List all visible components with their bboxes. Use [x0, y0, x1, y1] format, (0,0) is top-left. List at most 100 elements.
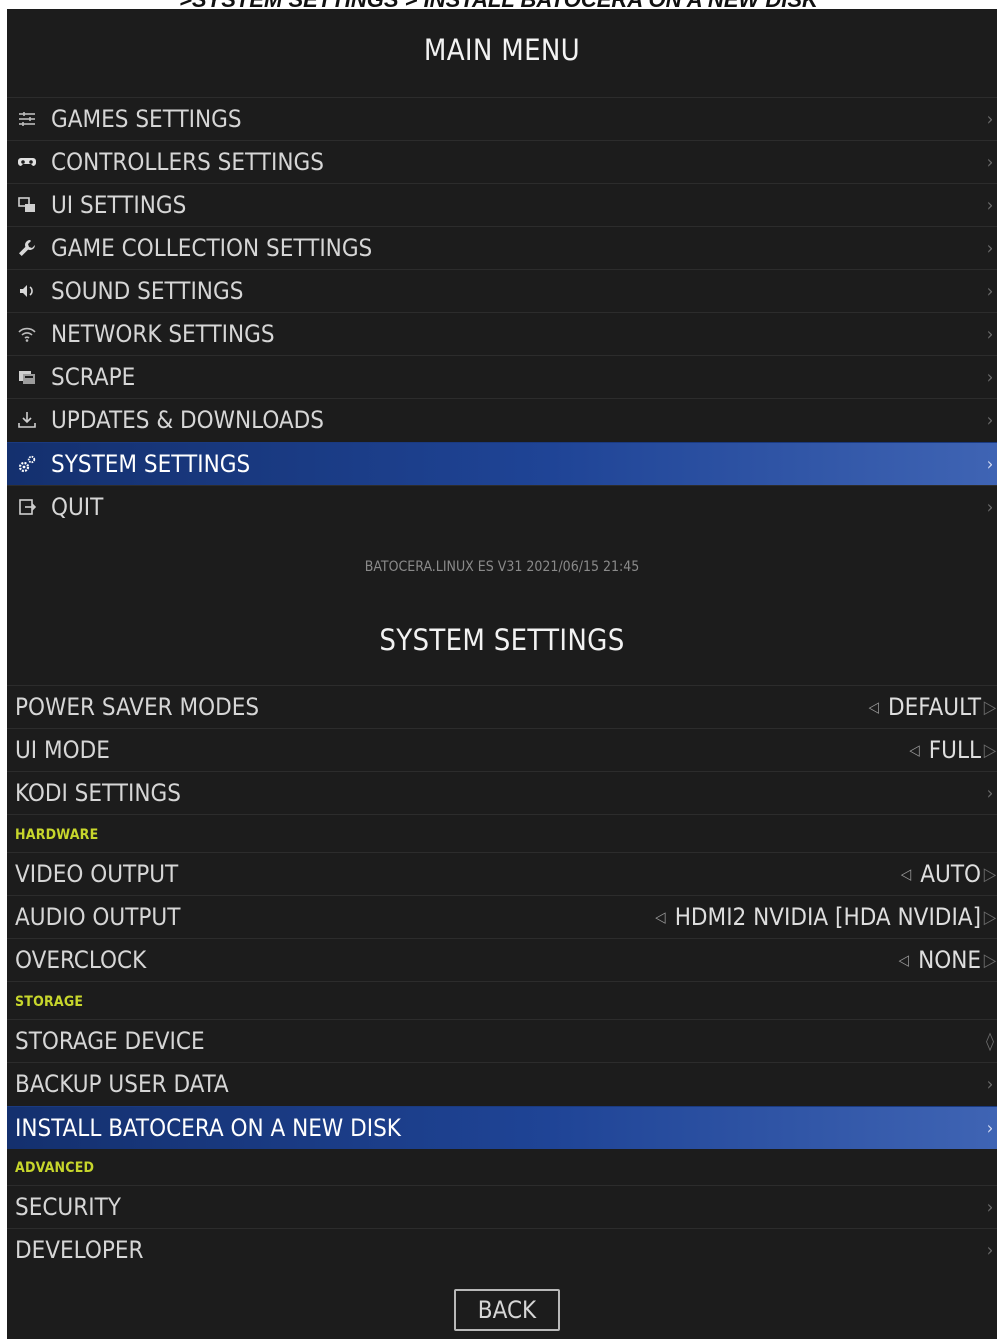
- menu-item-label: GAMES SETTINGS: [51, 105, 242, 133]
- setting-label: VIDEO OUTPUT: [15, 860, 179, 888]
- setting-overclock[interactable]: OVERCLOCK ◁ NONE ▷: [7, 938, 997, 981]
- menu-item-label: GAME COLLECTION SETTINGS: [51, 234, 373, 262]
- setting-label: DEVELOPER: [15, 1236, 144, 1264]
- chevron-right-icon: ›: [986, 323, 994, 345]
- setting-value: ◁ NONE: [899, 946, 981, 974]
- setting-backup-user-data[interactable]: BACKUP USER DATA ›: [7, 1062, 997, 1105]
- power-saver-value: DEFAULT: [888, 693, 981, 721]
- chevron-right-icon: ›: [986, 194, 994, 216]
- chevron-right-icon: ›: [986, 1117, 994, 1139]
- menu-item-label: NETWORK SETTINGS: [51, 320, 275, 348]
- menu-item-sound-settings[interactable]: SOUND SETTINGS ›: [7, 269, 997, 312]
- wifi-icon: [16, 323, 38, 345]
- setting-label: KODI SETTINGS: [15, 779, 181, 807]
- menu-item-label: SYSTEM SETTINGS: [51, 450, 251, 478]
- main-menu-title: MAIN MENU: [423, 33, 581, 67]
- setting-video-output[interactable]: VIDEO OUTPUT ◁ AUTO ▷: [7, 852, 997, 895]
- main-menu-panel: MAIN MENU GAMES SETTINGS › CONTROLLERS S…: [7, 9, 997, 606]
- chevron-right-icon: ›: [986, 409, 994, 431]
- setting-label: INSTALL BATOCERA ON A NEW DISK: [15, 1114, 401, 1142]
- setting-power-saver-modes[interactable]: POWER SAVER MODES ◁ DEFAULT ▷: [7, 685, 997, 728]
- setting-install-batocera-new-disk[interactable]: INSTALL BATOCERA ON A NEW DISK ›: [7, 1106, 997, 1149]
- system-settings-panel: SYSTEM SETTINGS POWER SAVER MODES ◁ DEFA…: [7, 606, 997, 1339]
- setting-label: STORAGE DEVICE: [15, 1027, 205, 1055]
- arrow-left-icon[interactable]: ◁: [655, 908, 665, 926]
- breadcrumb-caption: >SYSTEM SETTINGS > INSTALL BATOCERA ON A…: [0, 0, 997, 9]
- chevron-right-icon: ›: [986, 108, 994, 130]
- setting-kodi-settings[interactable]: KODI SETTINGS ›: [7, 771, 997, 814]
- setting-value: ◁ FULL: [909, 736, 981, 764]
- setting-value: ◁ HDMI2 NVIDIA [HDA NVIDIA]: [655, 903, 981, 931]
- arrow-right-icon[interactable]: ▷: [983, 729, 997, 771]
- setting-developer[interactable]: DEVELOPER ›: [7, 1228, 997, 1271]
- menu-item-label: SCRAPE: [51, 363, 136, 391]
- exit-icon: [16, 496, 38, 518]
- arrow-right-icon[interactable]: ▷: [983, 939, 997, 981]
- setting-label: BACKUP USER DATA: [15, 1070, 229, 1098]
- menu-item-quit[interactable]: QUIT ›: [7, 485, 997, 528]
- menu-item-label: QUIT: [51, 493, 104, 521]
- section-header-hardware: HARDWARE: [15, 827, 99, 843]
- section-header-advanced: ADVANCED: [15, 1160, 95, 1176]
- setting-storage-device[interactable]: STORAGE DEVICE ◊: [7, 1019, 997, 1062]
- setting-label: UI MODE: [15, 736, 110, 764]
- chevron-right-icon: ›: [986, 366, 994, 388]
- system-settings-title: SYSTEM SETTINGS: [379, 623, 625, 657]
- setting-security[interactable]: SECURITY ›: [7, 1185, 997, 1228]
- menu-item-ui-settings[interactable]: UI SETTINGS ›: [7, 183, 997, 226]
- menu-item-games-settings[interactable]: GAMES SETTINGS ›: [7, 97, 997, 140]
- setting-label: POWER SAVER MODES: [15, 693, 260, 721]
- menu-item-updates-downloads[interactable]: UPDATES & DOWNLOADS ›: [7, 398, 997, 441]
- menu-item-scrape[interactable]: SCRAPE ›: [7, 355, 997, 398]
- ui-windows-icon: [16, 194, 38, 216]
- wrench-icon: [16, 237, 38, 259]
- chevron-right-icon: ›: [986, 1239, 994, 1261]
- video-output-value: AUTO: [920, 860, 981, 888]
- setting-label: AUDIO OUTPUT: [15, 903, 181, 931]
- setting-value: ◁ DEFAULT: [869, 693, 981, 721]
- chevron-right-icon: ›: [986, 1196, 994, 1218]
- menu-item-label: SOUND SETTINGS: [51, 277, 244, 305]
- setting-label: SECURITY: [15, 1193, 121, 1221]
- setting-ui-mode[interactable]: UI MODE ◁ FULL ▷: [7, 728, 997, 771]
- chevron-right-icon: ›: [986, 1073, 994, 1095]
- download-icon: [16, 409, 38, 431]
- arrow-left-icon[interactable]: ◁: [869, 698, 879, 716]
- arrow-right-icon[interactable]: ▷: [983, 853, 997, 895]
- menu-item-game-collection-settings[interactable]: GAME COLLECTION SETTINGS ›: [7, 226, 997, 269]
- audio-output-value: HDMI2 NVIDIA [HDA NVIDIA]: [674, 903, 981, 931]
- chevron-right-icon: ›: [986, 151, 994, 173]
- gamepad-icon: [16, 151, 38, 173]
- menu-item-label: UI SETTINGS: [51, 191, 187, 219]
- scrape-icon: [16, 366, 38, 388]
- version-text: BATOCERA.LINUX ES V31 2021/06/15 21:45: [364, 559, 640, 575]
- setting-audio-output[interactable]: AUDIO OUTPUT ◁ HDMI2 NVIDIA [HDA NVIDIA]…: [7, 895, 997, 938]
- chevron-right-icon: ›: [986, 453, 994, 475]
- gears-icon: [16, 453, 38, 475]
- menu-item-label: CONTROLLERS SETTINGS: [51, 148, 324, 176]
- chevron-right-icon: ›: [986, 782, 994, 804]
- arrow-left-icon[interactable]: ◁: [909, 741, 919, 759]
- back-button[interactable]: BACK: [454, 1289, 560, 1331]
- divider: [7, 981, 997, 982]
- overclock-value: NONE: [918, 946, 981, 974]
- arrow-left-icon[interactable]: ◁: [901, 865, 911, 883]
- arrow-right-icon[interactable]: ▷: [983, 896, 997, 938]
- chevron-right-icon: ›: [986, 237, 994, 259]
- menu-item-controllers-settings[interactable]: CONTROLLERS SETTINGS ›: [7, 140, 997, 183]
- speaker-icon: [16, 280, 38, 302]
- menu-item-label: UPDATES & DOWNLOADS: [51, 406, 324, 434]
- setting-label: OVERCLOCK: [15, 946, 147, 974]
- sliders-icon: [16, 108, 38, 130]
- ui-mode-value: FULL: [928, 736, 981, 764]
- dropdown-icon[interactable]: ◊: [983, 1020, 997, 1062]
- chevron-right-icon: ›: [986, 280, 994, 302]
- menu-item-system-settings[interactable]: SYSTEM SETTINGS ›: [7, 442, 997, 485]
- divider: [7, 814, 997, 815]
- menu-item-network-settings[interactable]: NETWORK SETTINGS ›: [7, 312, 997, 355]
- arrow-left-icon[interactable]: ◁: [899, 951, 909, 969]
- section-header-storage: STORAGE: [15, 994, 84, 1010]
- chevron-right-icon: ›: [986, 496, 994, 518]
- arrow-right-icon[interactable]: ▷: [983, 686, 997, 728]
- setting-value: ◁ AUTO: [901, 860, 981, 888]
